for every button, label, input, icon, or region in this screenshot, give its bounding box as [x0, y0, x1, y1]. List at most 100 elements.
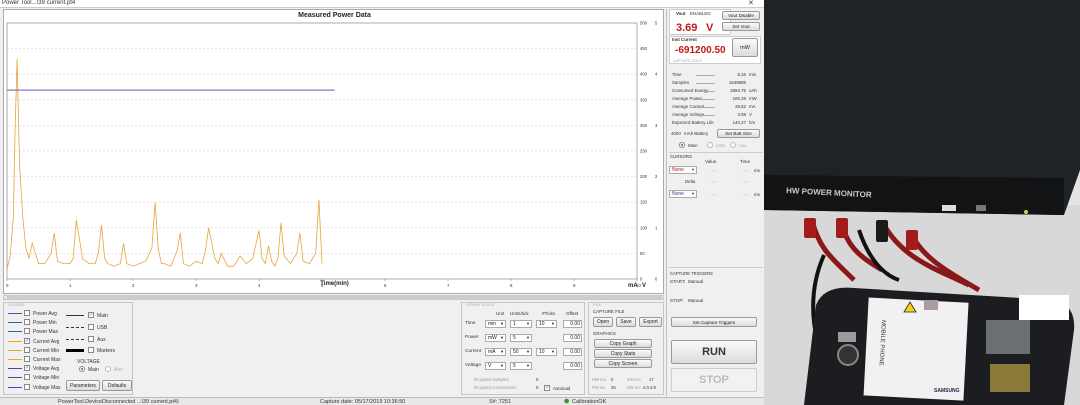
legend-label: Voltage Min: [33, 375, 60, 382]
stop-button[interactable]: STOP: [671, 368, 757, 392]
save-button[interactable]: Save: [616, 317, 636, 327]
y-tick-label: 450: [640, 46, 648, 51]
legend-checkbox[interactable]: [24, 328, 30, 335]
cursor2-select[interactable]: None ▼: [669, 190, 697, 198]
legend-checkbox[interactable]: [24, 319, 30, 326]
legend-checkbox[interactable]: [24, 383, 30, 390]
stat-row: Consumed Energy 2694.75 uAh: [672, 88, 762, 95]
vout-value: 3.69: [676, 22, 698, 34]
voltage-aux-radio[interactable]: [105, 366, 111, 372]
scale-offset-input[interactable]: 0.00: [563, 334, 582, 342]
dropped-connections-label: Dropped connections:: [474, 385, 517, 390]
channel-label: Main: [97, 313, 108, 319]
autoload-checkbox[interactable]: ✓: [544, 385, 550, 391]
channel-aux-label: Aux: [739, 143, 747, 148]
legend-checkbox[interactable]: ✓: [24, 337, 30, 344]
dropped-connections-value: 0: [536, 385, 539, 390]
scale-unit-select[interactable]: min ▼: [485, 320, 506, 328]
legend-checkbox[interactable]: [24, 310, 30, 316]
copy-screen-button[interactable]: Copy Screen: [594, 359, 652, 368]
hardware-photo: HW POWER MONITOR MOBILE PHONE SAMSUNG: [764, 0, 1080, 405]
scale-offset-input[interactable]: 0.00: [563, 348, 582, 356]
voltage-main-radio[interactable]: [79, 366, 85, 372]
delta-label: Delta: [685, 179, 696, 184]
plot-scrollbar[interactable]: [3, 295, 664, 300]
legend-checkbox[interactable]: ✓: [24, 365, 30, 372]
parameters-button[interactable]: Parameters: [66, 380, 100, 391]
scale-offset-input[interactable]: 0.00: [563, 362, 582, 370]
stat-row: Average Power 105.28 mW: [672, 96, 762, 103]
hw-rev-label: HW rev: [592, 377, 606, 382]
cursors-title: CURSORS: [670, 154, 692, 159]
power-tool-window: Power Tool...\39 current.pt4 ✕ 0 50 100 150…: [0, 0, 764, 405]
close-icon[interactable]: ✕: [748, 0, 754, 7]
scale-units-per-tick-select[interactable]: 5 ▼: [510, 334, 532, 342]
scale-unit-select[interactable]: mA ▼: [485, 348, 506, 356]
copy-graph-button[interactable]: Copy Graph: [594, 339, 652, 348]
stat-leader: [696, 75, 715, 76]
legend-label: Current Avg: [33, 338, 60, 345]
vout-label: Vout: [676, 11, 686, 16]
y2-tick-label: 5: [655, 21, 658, 26]
stat-unit: mA: [749, 104, 756, 109]
battery-unit-label: mAh Battery: [684, 131, 709, 136]
scale-ticks-value: 10: [539, 349, 545, 355]
legend-checkbox[interactable]: [24, 356, 30, 362]
stat-label: Samples: [672, 80, 690, 85]
channel-checkbox[interactable]: [88, 324, 94, 330]
scale-ticks-select[interactable]: 10 ▼: [536, 320, 557, 328]
scale-header: #Ticks: [542, 311, 556, 316]
scale-offset-input[interactable]: 0.00: [563, 320, 582, 328]
legend-label: Power Avg: [33, 311, 57, 317]
title-bar: Power Tool...\39 current.pt4 ✕: [0, 0, 764, 8]
legend-label: Power Max: [33, 329, 59, 336]
markers-checkbox[interactable]: [88, 347, 94, 353]
open-button[interactable]: Open: [593, 317, 613, 327]
screenshot-root: Power Tool...\39 current.pt4 ✕ 0 50 100 150…: [0, 0, 1080, 405]
scrollbar-thumb[interactable]: [7, 296, 662, 299]
channel-aux-radio[interactable]: [730, 142, 736, 148]
cursor1-select[interactable]: None ▼: [669, 166, 697, 174]
set-vout-button[interactable]: Set Vout: [722, 22, 760, 31]
start-value: Manual: [688, 279, 704, 284]
start-label: START:: [670, 279, 686, 284]
legend-checkbox[interactable]: [24, 346, 30, 353]
scale-units-per-tick-select[interactable]: 1 ▼: [510, 320, 532, 328]
chevron-down-icon: ▼: [500, 321, 504, 326]
set-batt-size-button[interactable]: Set Batt Size: [717, 129, 760, 138]
power-chart: 0501001502002503003504004505000123450 1 2 3…: [6, 21, 658, 289]
scale-unit-select[interactable]: V ▼: [485, 362, 506, 370]
triggers-title: CAPTURE TRIGGERS: [670, 271, 713, 276]
channel-label: Aux: [97, 337, 106, 343]
legend-swatch: [8, 313, 22, 314]
channel-usb-radio[interactable]: [707, 142, 713, 148]
vout-disable-button[interactable]: Vout Disable: [722, 11, 760, 20]
channel-checkbox[interactable]: [88, 336, 94, 342]
scale-units-per-tick-select[interactable]: 50 ▼: [510, 348, 532, 356]
scale-unit-select[interactable]: mW ▼: [485, 334, 506, 342]
channel-usb-label: USB: [716, 143, 726, 148]
legend-label: Voltage Max: [33, 384, 61, 391]
run-button[interactable]: RUN: [671, 340, 757, 364]
inst-rev-value: 17: [649, 377, 654, 382]
copy-stats-button[interactable]: Copy Stats: [594, 349, 652, 358]
chevron-down-icon: ▼: [500, 363, 504, 368]
defaults-button[interactable]: Defaults: [102, 380, 132, 391]
dropped-samples-value: 0: [536, 377, 539, 382]
scale-ticks-select[interactable]: 10 ▼: [536, 348, 557, 356]
channel-main-radio[interactable]: [679, 142, 685, 148]
inst-current-label: Inst Current: [672, 37, 697, 42]
chevron-down-icon: ▼: [500, 349, 504, 354]
stat-label: Expected Battery Life: [672, 120, 714, 125]
legend-label: Voltage Avg: [33, 366, 60, 373]
channel-checkbox[interactable]: ✓: [88, 312, 94, 318]
hardware-illustration: HW POWER MONITOR MOBILE PHONE SAMSUNG: [764, 0, 1080, 405]
scale-units-per-tick-select[interactable]: 5 ▼: [510, 362, 532, 370]
shield-check-icon: ⬢: [564, 399, 570, 405]
set-capture-triggers-button[interactable]: Set Capture Triggers: [671, 317, 757, 327]
legend-checkbox[interactable]: [24, 374, 30, 381]
graph-scale-group: GRAPH SCALE Unit Units/tick #Ticks Offset T…: [461, 302, 585, 395]
cursor1-time: -.---: [742, 168, 750, 173]
export-button[interactable]: Export: [639, 317, 662, 327]
mw-unit-button[interactable]: mW: [732, 38, 758, 57]
